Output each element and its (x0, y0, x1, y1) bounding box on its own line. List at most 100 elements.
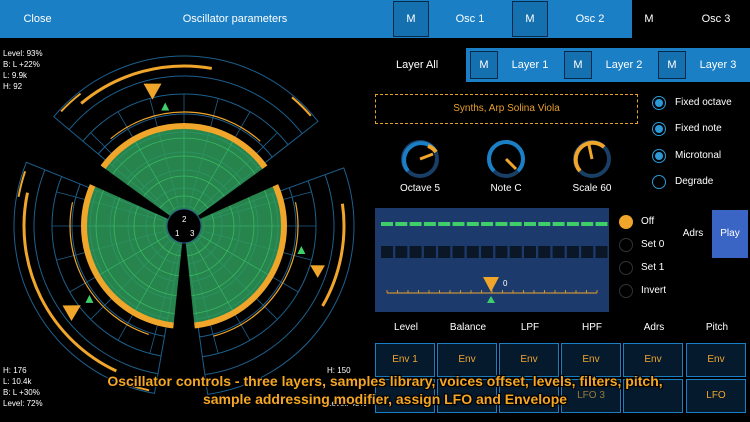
octave-label: Octave 5 (399, 183, 441, 194)
layer2-balance: B: L +30% (3, 388, 40, 397)
offset-pointer-icon (487, 296, 495, 303)
layer1-lpf: L: 9.9k (3, 71, 28, 80)
sequencer-step[interactable] (495, 246, 508, 258)
sequencer-step-active[interactable] (438, 222, 451, 226)
layer-all-label[interactable]: Layer All (396, 56, 446, 74)
sequencer-step-active[interactable] (509, 222, 522, 226)
sequencer-step[interactable] (566, 246, 579, 258)
layer1-mute-button[interactable]: M (470, 51, 498, 79)
caption-line-1: Oscillator controls - three layers, samp… (107, 373, 663, 389)
sequencer-step-active[interactable] (381, 222, 393, 226)
play-button[interactable]: Play (712, 210, 748, 258)
sequencer-step[interactable] (395, 246, 408, 258)
layer1-hpf: H: 92 (3, 82, 23, 91)
layer3-mute-button[interactable]: M (658, 51, 686, 79)
tab-osc-1[interactable]: Osc 1 (431, 0, 509, 38)
mode-set1-radio[interactable] (619, 261, 633, 275)
col-balance: Balance (449, 322, 487, 333)
scale-label: Scale 60 (572, 183, 612, 194)
top-bar: Close Oscillator parameters M Osc 1 M Os… (0, 0, 750, 38)
pitch-marker-2 (85, 294, 94, 303)
layer1-balance: B: L +22% (3, 60, 40, 69)
sequencer-step-active[interactable] (552, 222, 565, 226)
range-bracket-1a (60, 92, 82, 113)
adrs-button[interactable]: Adrs (676, 210, 710, 258)
col-adrs: Adrs (643, 322, 665, 333)
sequencer-step-active[interactable] (566, 222, 579, 226)
layer-marker-1: 1 (175, 229, 180, 238)
osc3-mute-button[interactable]: M (642, 0, 656, 38)
sequencer-step-active[interactable] (466, 222, 479, 226)
sequencer-step-active[interactable] (481, 222, 494, 226)
layer2-readout: H: 176 L: 10.4k B: L +30% Level: 72% (3, 365, 43, 409)
microtonal-radio[interactable] (652, 149, 666, 163)
balance-marker-3 (310, 265, 325, 278)
sequencer-step-active[interactable] (581, 222, 594, 226)
col-level: Level (394, 322, 418, 333)
oscillator-radar[interactable]: 1 2 3 (0, 38, 372, 422)
fixed-octave-radio[interactable] (652, 96, 666, 110)
octave-knob[interactable] (395, 136, 445, 182)
scale-knob[interactable] (567, 136, 617, 182)
sequencer-step[interactable] (381, 246, 393, 258)
pitch-marker-1 (161, 102, 170, 111)
sequencer-step-active[interactable] (395, 222, 408, 226)
fixed-octave-label: Fixed octave (675, 97, 732, 108)
pitch-env-cell[interactable]: Env (686, 343, 746, 377)
col-pitch: Pitch (705, 322, 729, 333)
close-button[interactable]: Close (0, 0, 75, 38)
sequencer-step[interactable] (538, 246, 551, 258)
sequencer-step[interactable] (481, 246, 494, 258)
mode-off-radio[interactable] (619, 215, 633, 229)
mode-invert-label: Invert (641, 285, 667, 296)
sequencer-step[interactable] (524, 246, 536, 258)
sample-address-sequencer[interactable]: 0 (375, 208, 609, 312)
pitch-lfo-cell[interactable]: LFO (686, 379, 746, 413)
degrade-radio[interactable] (652, 175, 666, 189)
layer3-button[interactable]: Layer 3 (688, 48, 748, 82)
layer1-level: Level: 93% (3, 49, 43, 58)
sequencer-step[interactable] (452, 246, 465, 258)
sequencer-step-active[interactable] (595, 222, 608, 226)
note-knob[interactable] (481, 136, 531, 182)
tab-osc-3-active[interactable]: M Osc 3 (632, 0, 750, 38)
sequencer-grid[interactable]: 0 (375, 208, 609, 312)
offset-value: 0 (503, 279, 508, 288)
layer1-button[interactable]: Layer 1 (500, 48, 560, 82)
sequencer-step[interactable] (509, 246, 522, 258)
layer-marker-3: 3 (190, 229, 195, 238)
layer-marker-2: 2 (182, 215, 187, 224)
sequencer-step-active[interactable] (524, 222, 536, 226)
mode-set1-label: Set 1 (641, 262, 665, 273)
sequencer-step-active[interactable] (538, 222, 551, 226)
mode-off-label: Off (641, 216, 655, 227)
sequencer-step-active[interactable] (495, 222, 508, 226)
microtonal-label: Microtonal (675, 150, 722, 161)
sequencer-step[interactable] (552, 246, 565, 258)
offset-marker[interactable] (483, 277, 499, 292)
sequencer-step[interactable] (409, 246, 422, 258)
sequencer-step[interactable] (438, 246, 451, 258)
layer2-button[interactable]: Layer 2 (594, 48, 654, 82)
sequencer-step[interactable] (595, 246, 608, 258)
layer1-readout: Level: 93% B: L +22% L: 9.9k H: 92 (3, 48, 43, 92)
sequencer-step[interactable] (581, 246, 594, 258)
sequencer-step-active[interactable] (409, 222, 422, 226)
mode-set0-radio[interactable] (619, 238, 633, 252)
sequencer-step-active[interactable] (452, 222, 465, 226)
tab-osc-2[interactable]: Osc 2 (550, 0, 630, 38)
layer2-mute-button[interactable]: M (564, 51, 592, 79)
osc1-mute-button[interactable]: M (393, 1, 429, 37)
fixed-note-label: Fixed note (675, 123, 722, 134)
note-label: Note C (490, 183, 522, 194)
osc2-mute-button[interactable]: M (512, 1, 548, 37)
mode-invert-radio[interactable] (619, 284, 633, 298)
sample-library-selector[interactable]: Synths, Arp Solina Viola (375, 94, 638, 124)
balance-marker-1 (143, 83, 162, 100)
fixed-note-radio[interactable] (652, 122, 666, 136)
sequencer-step[interactable] (423, 246, 436, 258)
layer2-lpf: L: 10.4k (3, 377, 32, 386)
sequencer-step-active[interactable] (423, 222, 436, 226)
col-lpf: LPF (520, 322, 540, 333)
sequencer-step[interactable] (466, 246, 479, 258)
